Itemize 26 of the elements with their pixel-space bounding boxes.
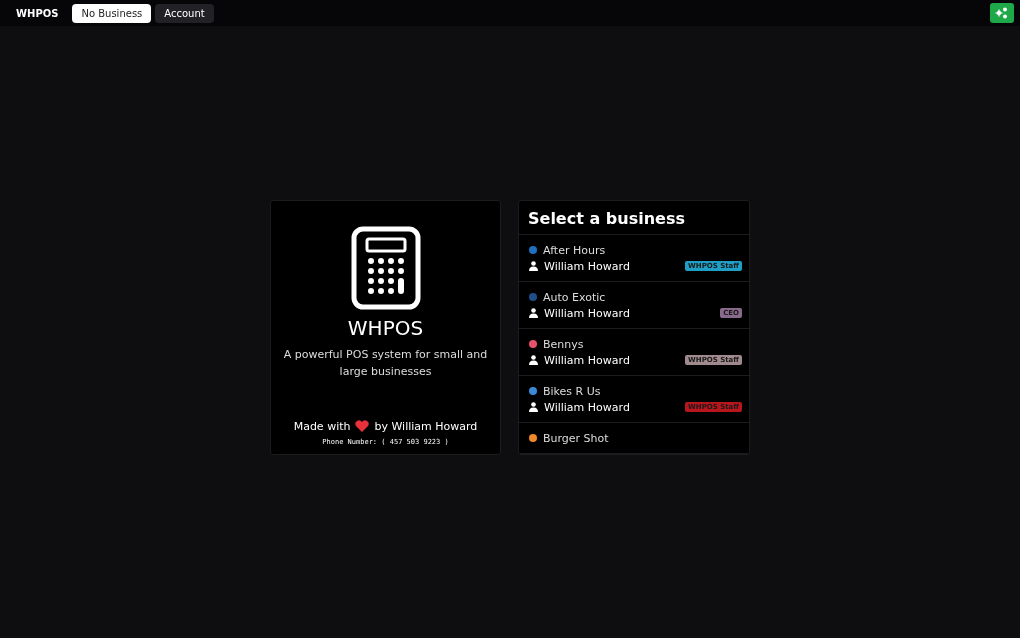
owner-name: William Howard xyxy=(544,353,630,367)
business-name: After Hours xyxy=(543,243,606,257)
business-name: Burger Shot xyxy=(543,431,609,445)
credit-text: by William Howard xyxy=(374,419,478,433)
person-icon xyxy=(529,402,538,412)
business-name: Bennys xyxy=(543,337,584,351)
business-name: Bikes R Us xyxy=(543,384,601,398)
credit-text: Made with xyxy=(293,419,351,433)
calculator-icon xyxy=(350,225,421,310)
person-icon xyxy=(529,261,538,271)
sparkle-icon xyxy=(995,6,1009,20)
nav-tab[interactable]: No Business xyxy=(72,3,152,23)
person-icon xyxy=(529,308,538,318)
app-title: WHPOS xyxy=(347,315,424,340)
heart-icon xyxy=(355,420,370,432)
business-name: Auto Exotic xyxy=(543,290,606,304)
nav-tab[interactable]: Account xyxy=(155,3,214,23)
person-icon xyxy=(529,355,538,365)
owner-name: William Howard xyxy=(544,400,630,414)
sparkle-button[interactable] xyxy=(990,3,1014,23)
owner-name: William Howard xyxy=(544,259,630,273)
brand-name: WHPOS xyxy=(16,7,59,19)
business-item[interactable]: Burger Shot xyxy=(519,422,749,454)
list-title: Select a business xyxy=(519,200,749,235)
tagline: A powerful POS system for small and large businesses xyxy=(282,346,489,381)
owner-name: William Howard xyxy=(544,306,630,320)
